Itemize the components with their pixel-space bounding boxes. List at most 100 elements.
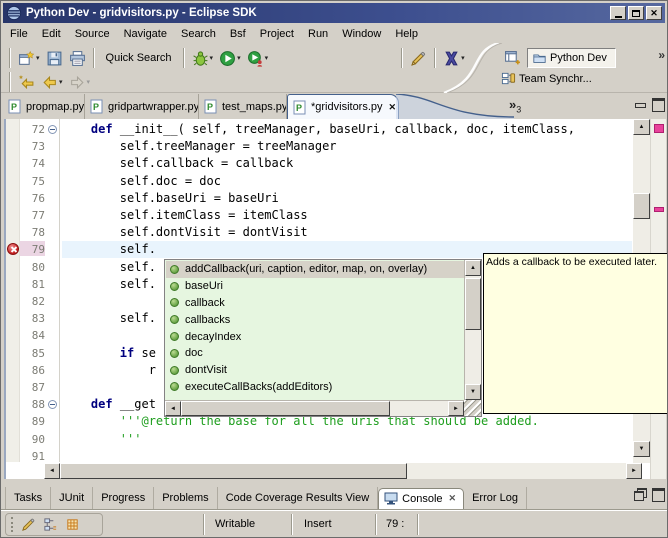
- dropdown-icon: ▾: [36, 54, 40, 62]
- scroll-up-icon[interactable]: ▲: [465, 260, 481, 276]
- completion-item[interactable]: dontVisit: [166, 362, 464, 379]
- view-tab[interactable]: Error Log: [464, 487, 527, 509]
- overview-error-marker[interactable]: [654, 124, 664, 133]
- method-bullet-icon: [170, 332, 179, 341]
- menu-item-source[interactable]: Source: [68, 26, 117, 42]
- completion-item[interactable]: baseUri: [166, 278, 464, 295]
- console-grid-icon[interactable]: [65, 517, 80, 532]
- editor-tab[interactable]: P*gridvisitors.py✕: [287, 94, 399, 119]
- toolbar-drag-handle[interactable]: [11, 517, 14, 532]
- fold-minus-icon[interactable]: [48, 400, 57, 409]
- menu-item-window[interactable]: Window: [335, 26, 388, 42]
- view-tab[interactable]: Problems: [154, 487, 217, 509]
- tab-close-icon[interactable]: ✕: [449, 493, 457, 504]
- completion-item[interactable]: callback: [166, 295, 464, 312]
- editor-horizontal-scrollbar[interactable]: ◄ ►: [44, 463, 642, 479]
- completion-item[interactable]: executeCallBacks(addEditors): [166, 379, 464, 396]
- toolbar-row-1: ▾ Quick Search ▾ ▾ ▾: [5, 46, 468, 70]
- scroll-left-icon[interactable]: ◄: [165, 401, 181, 416]
- restore-pane-button[interactable]: [634, 488, 646, 499]
- horizontal-scroll-thumb[interactable]: [181, 401, 390, 416]
- tab-overflow-chevron[interactable]: »3: [509, 97, 521, 115]
- eclipse-logo-icon: [6, 5, 22, 21]
- pin-console-pen-icon[interactable]: [21, 517, 36, 532]
- coverage-run-button[interactable]: ▾: [244, 47, 272, 70]
- completion-item[interactable]: callbacks: [166, 311, 464, 328]
- console-hierarchy-icon[interactable]: [43, 517, 58, 532]
- horizontal-scroll-thumb[interactable]: [60, 463, 407, 479]
- perspective-python-dev-button[interactable]: Python Dev: [527, 48, 616, 68]
- code-text: def __init__( self, treeManager, baseUri…: [62, 121, 632, 138]
- menu-item-file[interactable]: File: [3, 26, 35, 42]
- print-button[interactable]: [66, 47, 89, 70]
- view-tab[interactable]: Code Coverage Results View: [218, 487, 378, 509]
- menu-item-navigate[interactable]: Navigate: [117, 26, 174, 42]
- minimize-pane-button[interactable]: [634, 98, 646, 109]
- error-icon[interactable]: [7, 243, 19, 255]
- scroll-down-icon[interactable]: ▼: [633, 441, 650, 457]
- completion-item[interactable]: doc: [166, 345, 464, 362]
- run-button[interactable]: ▾: [216, 47, 244, 70]
- back-button[interactable]: ▾: [38, 71, 66, 94]
- tab-close-icon[interactable]: ✕: [389, 102, 397, 113]
- title-bar[interactable]: Python Dev - gridvisitors.py - Eclipse S…: [3, 3, 665, 23]
- save-button[interactable]: [43, 47, 66, 70]
- window-controls: ✕: [610, 6, 662, 20]
- view-tab-label: Code Coverage Results View: [226, 492, 369, 504]
- editor-tab[interactable]: Ptest_maps.py: [199, 94, 287, 119]
- svg-text:P: P: [11, 102, 17, 112]
- line-number: 72: [20, 121, 45, 136]
- pen-icon: [410, 50, 427, 67]
- new-wizard-button[interactable]: ▾: [15, 47, 43, 70]
- scroll-right-icon[interactable]: ►: [626, 463, 642, 479]
- status-cursor-position: 79 :: [386, 518, 404, 530]
- editor-tab[interactable]: Pgridpartwrapper.py: [85, 94, 199, 119]
- maximize-button[interactable]: [628, 6, 644, 20]
- menu-item-search[interactable]: Search: [174, 26, 223, 42]
- vertical-scroll-thumb[interactable]: [465, 278, 481, 330]
- popup-resize-grip[interactable]: [464, 400, 481, 416]
- scroll-left-icon[interactable]: ◄: [44, 463, 60, 479]
- perspective-team-synchronizing-button[interactable]: Team Synchr...: [501, 71, 592, 86]
- scroll-down-icon[interactable]: ▼: [465, 384, 481, 400]
- scroll-up-icon[interactable]: ▲: [633, 119, 650, 135]
- last-edit-location-button[interactable]: [15, 71, 38, 94]
- view-tab[interactable]: Console✕: [378, 488, 464, 509]
- menu-item-run[interactable]: Run: [301, 26, 335, 42]
- view-tab[interactable]: Tasks: [5, 487, 51, 509]
- popup-vertical-scrollbar[interactable]: ▲ ▼: [464, 260, 481, 400]
- tooltip-text: Adds a callback to be executed later.: [486, 256, 657, 268]
- overview-marker[interactable]: [654, 207, 664, 212]
- vertical-scroll-thumb[interactable]: [633, 193, 650, 219]
- open-perspective-button[interactable]: [501, 46, 524, 69]
- menu-item-edit[interactable]: Edit: [35, 26, 68, 42]
- code-row: 74 self.callback = callback: [6, 155, 666, 172]
- menu-item-help[interactable]: Help: [388, 26, 425, 42]
- completion-list[interactable]: addCallback(uri, caption, editor, map, o…: [166, 261, 464, 400]
- close-button[interactable]: ✕: [646, 6, 662, 20]
- maximize-pane-button[interactable]: [652, 98, 664, 109]
- scroll-right-icon[interactable]: ►: [448, 401, 464, 416]
- debug-button[interactable]: ▾: [189, 47, 217, 70]
- minimize-button[interactable]: [610, 6, 626, 20]
- window-title: Python Dev - gridvisitors.py - Eclipse S…: [26, 7, 610, 19]
- view-tab[interactable]: Progress: [93, 487, 154, 509]
- menu-item-bsf[interactable]: Bsf: [223, 26, 253, 42]
- print-icon: [69, 50, 86, 67]
- perspective-overflow-chevron[interactable]: »: [658, 48, 665, 62]
- annotate-pen-button[interactable]: [407, 47, 430, 70]
- completion-label: baseUri: [185, 280, 223, 292]
- quick-search-button[interactable]: Quick Search: [99, 49, 179, 67]
- maximize-pane-button[interactable]: [652, 488, 664, 499]
- forward-button[interactable]: ▾: [66, 71, 94, 94]
- filter-button[interactable]: ▾: [440, 47, 468, 70]
- active-tab-swoosh: [396, 94, 514, 119]
- code-text: self.treeManager = treeManager: [62, 138, 632, 155]
- fold-minus-icon[interactable]: [48, 125, 57, 134]
- menu-item-project[interactable]: Project: [253, 26, 301, 42]
- completion-item[interactable]: decayIndex: [166, 328, 464, 345]
- editor-tab[interactable]: Ppropmap.py: [3, 94, 85, 119]
- completion-item[interactable]: addCallback(uri, caption, editor, map, o…: [166, 261, 464, 278]
- view-tab[interactable]: JUnit: [51, 487, 93, 509]
- popup-horizontal-scrollbar[interactable]: ◄ ►: [165, 400, 464, 416]
